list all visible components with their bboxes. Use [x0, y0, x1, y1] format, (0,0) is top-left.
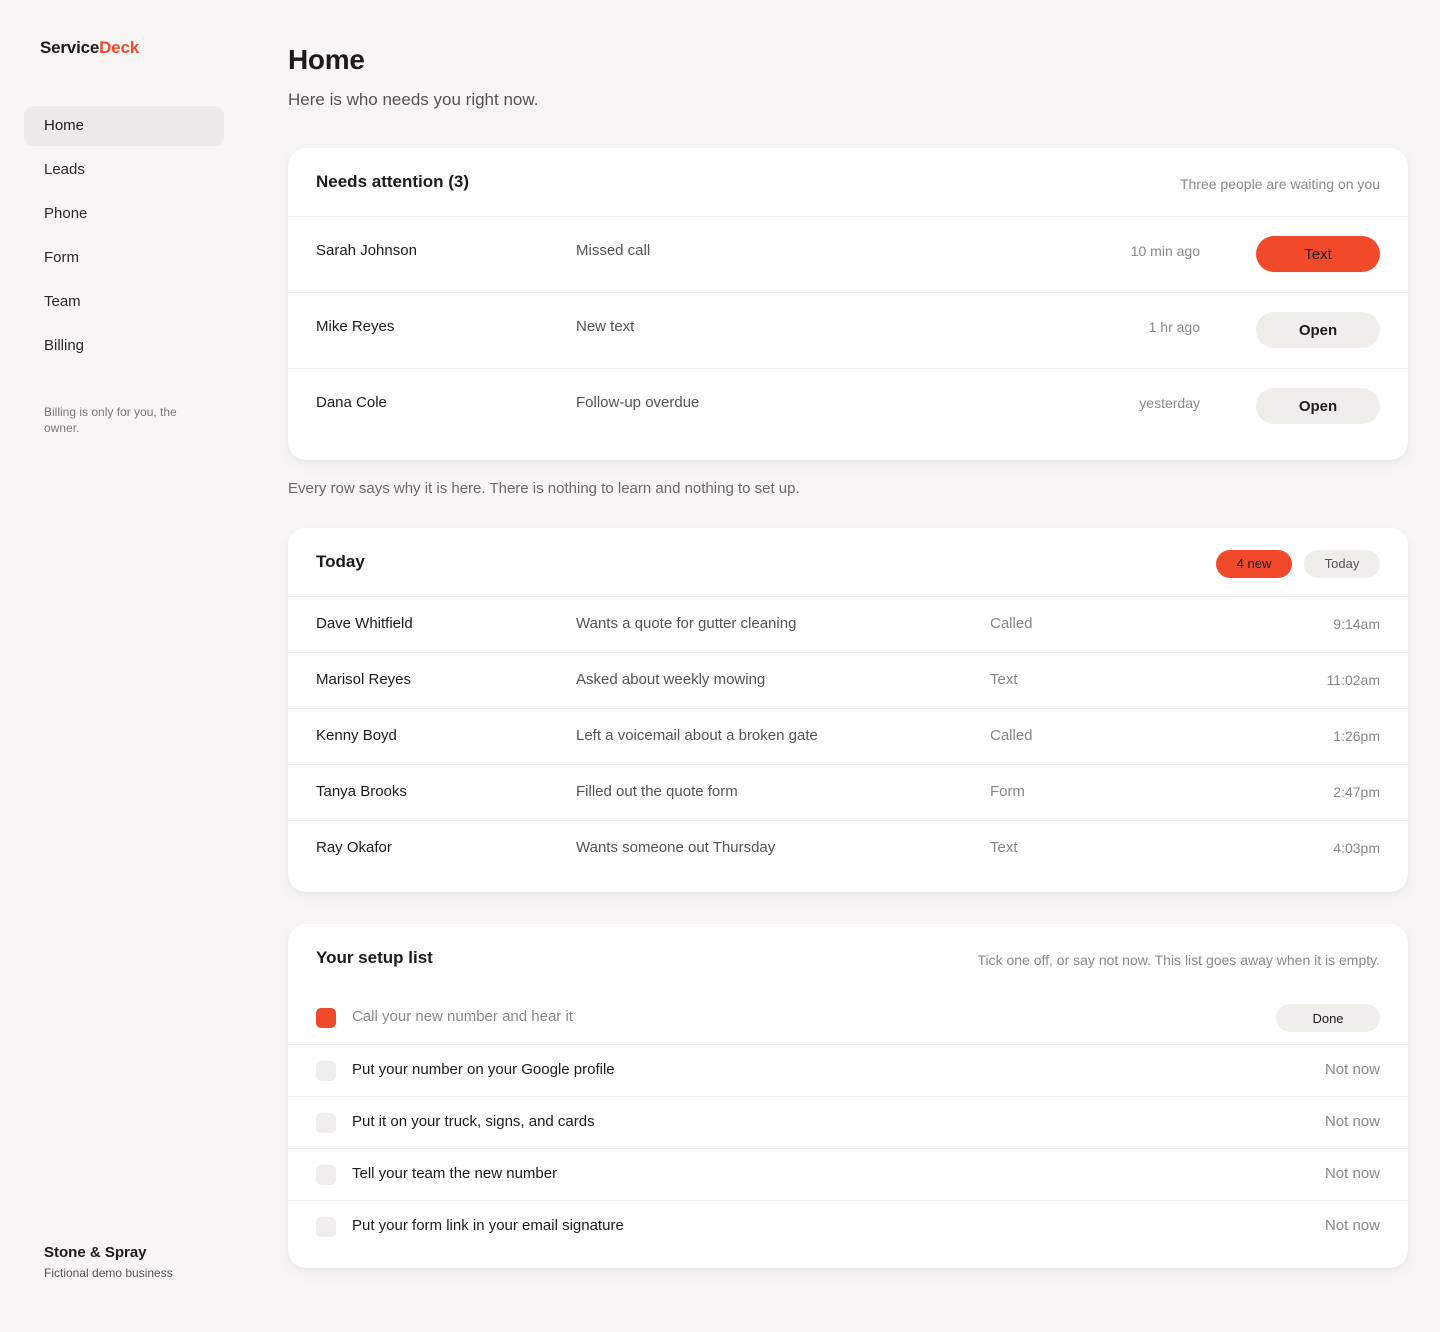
lead-name: Marisol Reyes	[316, 671, 412, 688]
setup-list-title: Your setup list	[316, 948, 433, 967]
business-subtitle: Fictional demo business	[44, 1266, 173, 1280]
lead-name: Dave Whitfield	[316, 615, 413, 632]
attention-row: Dana Cole Follow-up overdue yesterday Op…	[288, 368, 1408, 444]
attention-name: Dana Cole	[316, 394, 387, 411]
attention-name: Sarah Johnson	[316, 242, 417, 259]
setup-list-card: Your setup list Tick one off, or say not…	[288, 924, 1408, 1268]
setup-checkbox[interactable]	[316, 1165, 336, 1185]
lead-description: Asked about weekly mowing	[576, 671, 766, 688]
setup-item-label: Put your form link in your email signatu…	[352, 1217, 624, 1234]
setup-list-header: Your setup list Tick one off, or say not…	[288, 924, 1408, 992]
brand-name-part2: Deck	[99, 38, 139, 57]
table-row[interactable]: Marisol Reyes Asked about weekly mowing …	[288, 652, 1408, 708]
lead-channel: Called	[990, 615, 1033, 632]
brand-logo[interactable]: ServiceDeck	[40, 38, 139, 58]
setup-item: Put your number on your Google profile N…	[288, 1044, 1408, 1096]
setup-checkbox[interactable]	[316, 1061, 336, 1081]
setup-list-hint: Tick one off, or say not now. This list …	[977, 952, 1380, 968]
sidebar-item-billing[interactable]: Billing	[24, 326, 224, 366]
setup-item-label: Put it on your truck, signs, and cards	[352, 1113, 595, 1130]
sidebar-item-home[interactable]: Home	[24, 106, 224, 146]
lead-description: Wants someone out Thursday	[576, 839, 776, 856]
attention-time: 10 min ago	[1130, 243, 1200, 259]
done-button[interactable]: Done	[1276, 1004, 1380, 1032]
today-filter-button[interactable]: Today	[1304, 550, 1380, 578]
lead-name: Kenny Boyd	[316, 727, 397, 744]
table-row[interactable]: Ray Okafor Wants someone out Thursday Te…	[288, 820, 1408, 876]
attention-name: Mike Reyes	[316, 318, 395, 335]
brand-name-part1: Service	[40, 38, 100, 57]
lead-time: 11:02am	[1326, 672, 1380, 688]
lead-time: 4:03pm	[1333, 840, 1380, 856]
setup-item-label: Tell your team the new number	[352, 1165, 558, 1182]
setup-item: Put your form link in your email signatu…	[288, 1200, 1408, 1252]
lead-name: Tanya Brooks	[316, 783, 407, 800]
new-count-badge: 4 new	[1216, 550, 1292, 578]
not-now-link[interactable]: Not now	[1325, 1217, 1380, 1234]
lead-channel: Text	[990, 839, 1018, 856]
open-button[interactable]: Open	[1256, 312, 1380, 348]
today-card: Today 4 new Today Dave Whitfield Wants a…	[288, 528, 1408, 892]
attention-time: yesterday	[1139, 395, 1200, 411]
lead-channel: Form	[990, 783, 1025, 800]
needs-attention-hint: Three people are waiting on you	[1179, 176, 1380, 192]
lead-description: Wants a quote for gutter cleaning	[576, 615, 797, 632]
sidebar-item-team[interactable]: Team	[24, 282, 224, 322]
today-title: Today	[316, 552, 365, 571]
attention-row: Sarah Johnson Missed call 10 min ago Tex…	[288, 216, 1408, 292]
setup-item-label: Call your new number and hear it	[352, 1008, 573, 1025]
sidebar-item-leads[interactable]: Leads	[24, 150, 224, 190]
setup-checkbox[interactable]	[316, 1217, 336, 1237]
lead-time: 9:14am	[1333, 616, 1380, 632]
attention-reason: New text	[576, 318, 635, 335]
business-name: Stone & Spray	[44, 1244, 147, 1261]
lead-name: Ray Okafor	[316, 839, 392, 856]
not-now-link[interactable]: Not now	[1325, 1113, 1380, 1130]
billing-note: Billing is only for you, the owner.	[44, 405, 177, 435]
page-title: Home	[288, 44, 365, 75]
lead-time: 1:26pm	[1333, 728, 1380, 744]
lead-description: Filled out the quote form	[576, 783, 738, 800]
explainer-note: Every row says why it is here. There is …	[288, 480, 800, 497]
lead-description: Left a voicemail about a broken gate	[576, 727, 818, 744]
needs-attention-card: Needs attention (3) Three people are wai…	[288, 148, 1408, 460]
today-header: Today 4 new Today	[288, 528, 1408, 596]
business-info: Stone & Spray Fictional demo business	[44, 1244, 173, 1280]
text-button[interactable]: Text	[1256, 236, 1380, 272]
setup-checkbox[interactable]	[316, 1113, 336, 1133]
attention-reason: Missed call	[576, 242, 651, 259]
lead-channel: Text	[990, 671, 1018, 688]
setup-item: Put it on your truck, signs, and cards N…	[288, 1096, 1408, 1148]
sidebar-nav: Home Leads Phone Form Team Billing	[24, 106, 224, 370]
sidebar-item-phone[interactable]: Phone	[24, 194, 224, 234]
sidebar-item-form[interactable]: Form	[24, 238, 224, 278]
attention-time: 1 hr ago	[1148, 319, 1200, 335]
setup-item: Tell your team the new number Not now	[288, 1148, 1408, 1200]
lead-channel: Called	[990, 727, 1033, 744]
app: ServiceDeck Home Leads Phone Form Team B…	[0, 0, 1440, 1332]
page-subtitle: Here is who needs you right now.	[288, 90, 539, 109]
attention-reason: Follow-up overdue	[576, 394, 700, 411]
setup-checkbox[interactable]	[316, 1008, 336, 1028]
sidebar: ServiceDeck Home Leads Phone Form Team B…	[0, 0, 248, 1332]
table-row[interactable]: Dave Whitfield Wants a quote for gutter …	[288, 596, 1408, 652]
not-now-link[interactable]: Not now	[1325, 1165, 1380, 1182]
open-button[interactable]: Open	[1256, 388, 1380, 424]
attention-row: Mike Reyes New text 1 hr ago Open	[288, 292, 1408, 368]
table-row[interactable]: Kenny Boyd Left a voicemail about a brok…	[288, 708, 1408, 764]
needs-attention-header: Needs attention (3) Three people are wai…	[288, 148, 1408, 216]
needs-attention-title: Needs attention (3)	[316, 172, 470, 191]
not-now-link[interactable]: Not now	[1325, 1061, 1380, 1078]
lead-time: 2:47pm	[1333, 784, 1380, 800]
setup-item-label: Put your number on your Google profile	[352, 1061, 615, 1078]
setup-item: Call your new number and hear it Done	[288, 992, 1408, 1044]
table-row[interactable]: Tanya Brooks Filled out the quote form F…	[288, 764, 1408, 820]
